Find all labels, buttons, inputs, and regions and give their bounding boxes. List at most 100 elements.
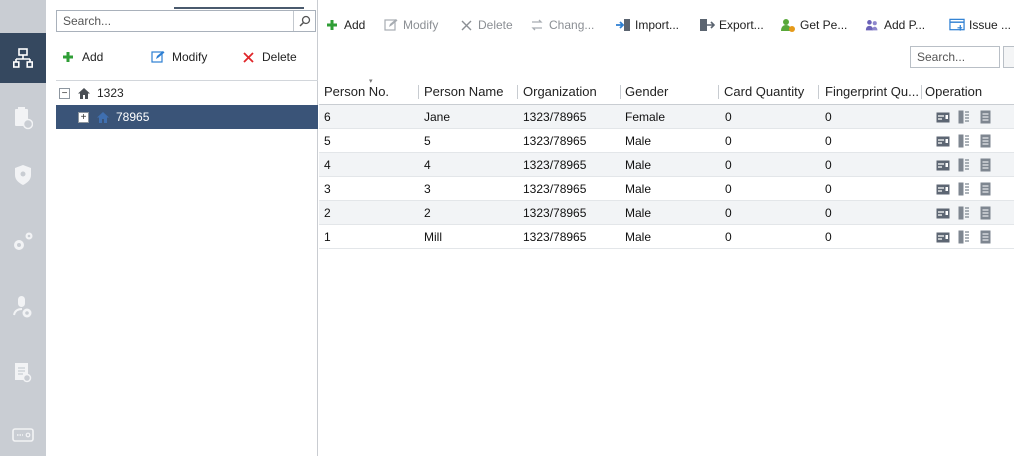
tab-indicator — [174, 7, 304, 9]
column-operation[interactable]: Operation — [925, 78, 1010, 105]
person-table: ▾ Person No. Person Name Organization Ge… — [319, 78, 1014, 249]
issue-card-button[interactable]: Issue ... — [949, 17, 1011, 33]
device-user-icon[interactable] — [0, 282, 46, 332]
column-divider[interactable] — [718, 85, 719, 99]
collapse-toggle[interactable]: − — [59, 87, 70, 99]
modify-organization-button[interactable]: Modify — [150, 49, 207, 65]
add-person-to-device-label: Add P... — [884, 18, 926, 32]
export-button[interactable]: Export... — [699, 17, 764, 33]
details-icon[interactable] — [978, 182, 992, 196]
column-person-name[interactable]: Person Name — [424, 78, 514, 105]
import-icon — [615, 17, 631, 33]
delete-person-label: Delete — [478, 18, 513, 32]
add-person-to-device-button[interactable]: Add P... — [865, 17, 925, 33]
add-person-label: Add — [344, 18, 366, 32]
modify-organization-label: Modify — [172, 50, 208, 64]
person-organization-icon[interactable] — [0, 33, 46, 83]
cell-card-quantity: 0 — [725, 230, 732, 244]
cell-fingerprint-quantity: 0 — [825, 158, 832, 172]
details-icon[interactable] — [978, 134, 992, 148]
cell-person-name: 2 — [424, 206, 431, 220]
cell-person-no: 2 — [324, 206, 331, 220]
cell-gender: Male — [625, 206, 652, 220]
column-divider[interactable] — [921, 85, 922, 99]
cell-organization: 1323/78965 — [523, 158, 587, 172]
cell-card-quantity: 0 — [725, 206, 732, 220]
person-search-input[interactable] — [911, 47, 999, 67]
tree-node-root[interactable]: − 1323 — [56, 81, 318, 105]
table-row[interactable]: 4 4 1323/78965 Male 0 0 — [319, 153, 1014, 177]
modify-person-button[interactable]: Modify — [383, 17, 438, 33]
card-icon[interactable] — [936, 134, 950, 148]
import-label: Import... — [635, 18, 680, 32]
get-person-button[interactable]: Get Pe... — [780, 17, 847, 33]
issue-card-label: Issue ... — [969, 18, 1012, 32]
delete-organization-button[interactable]: Delete — [240, 49, 297, 65]
column-gender[interactable]: Gender — [625, 78, 715, 105]
details-icon[interactable] — [978, 206, 992, 220]
table-row[interactable]: 6 Jane 1323/78965 Female 0 0 — [319, 105, 1014, 129]
cell-person-name: 4 — [424, 158, 431, 172]
column-divider[interactable] — [418, 85, 419, 99]
add-person-button[interactable]: Add — [324, 17, 365, 33]
fingerprint-icon[interactable] — [957, 206, 971, 220]
fingerprint-icon[interactable] — [957, 134, 971, 148]
cell-fingerprint-quantity: 0 — [825, 110, 832, 124]
change-organization-label: Chang... — [549, 18, 595, 32]
details-icon[interactable] — [978, 110, 992, 124]
fingerprint-icon[interactable] — [957, 230, 971, 244]
column-divider[interactable] — [620, 85, 621, 99]
advanced-settings-gears-icon[interactable] — [0, 216, 46, 266]
get-person-label: Get Pe... — [800, 18, 848, 32]
cell-fingerprint-quantity: 0 — [825, 182, 832, 196]
tree-node-child[interactable]: + 78965 — [56, 105, 318, 129]
cell-organization: 1323/78965 — [523, 230, 587, 244]
table-row[interactable]: 5 5 1323/78965 Male 0 0 — [319, 129, 1014, 153]
person-search-button[interactable] — [1003, 46, 1014, 68]
edit-icon — [383, 17, 399, 33]
delete-x-icon — [240, 49, 256, 65]
search-icon[interactable] — [293, 11, 315, 31]
card-icon[interactable] — [936, 230, 950, 244]
shield-permission-icon[interactable] — [0, 150, 46, 200]
fingerprint-icon[interactable] — [957, 110, 971, 124]
details-icon[interactable] — [978, 230, 992, 244]
column-card-quantity[interactable]: Card Quantity — [724, 78, 814, 105]
column-person-no[interactable]: Person No. — [324, 78, 414, 105]
device-status-icon[interactable] — [0, 410, 46, 456]
tree-node-label: 1323 — [97, 86, 124, 100]
details-icon[interactable] — [978, 158, 992, 172]
delete-person-button[interactable]: Delete — [458, 17, 513, 33]
edit-icon — [150, 49, 166, 65]
plus-icon — [324, 17, 340, 33]
cell-organization: 1323/78965 — [523, 206, 587, 220]
column-divider[interactable] — [818, 85, 819, 99]
card-icon[interactable] — [936, 110, 950, 124]
organization-panel: Add Modify Delete − 1323 + 78965 — [46, 0, 318, 456]
column-divider[interactable] — [517, 85, 518, 99]
add-organization-button[interactable]: Add — [60, 49, 103, 65]
column-fingerprint-quantity[interactable]: Fingerprint Qu... — [825, 78, 921, 105]
search-report-icon[interactable] — [0, 348, 46, 398]
column-organization[interactable]: Organization — [523, 78, 618, 105]
table-header: ▾ Person No. Person Name Organization Ge… — [319, 78, 1014, 105]
table-row[interactable]: 2 2 1323/78965 Male 0 0 — [319, 201, 1014, 225]
cell-fingerprint-quantity: 0 — [825, 134, 832, 148]
fingerprint-icon[interactable] — [957, 158, 971, 172]
card-icon[interactable] — [936, 158, 950, 172]
issue-card-icon — [949, 17, 965, 33]
fingerprint-icon[interactable] — [957, 182, 971, 196]
expand-toggle[interactable]: + — [78, 111, 89, 123]
change-organization-button[interactable]: Chang... — [529, 17, 594, 33]
cell-person-name: Mill — [424, 230, 442, 244]
organization-toolbar: Add Modify Delete — [46, 40, 318, 74]
table-row[interactable]: 3 3 1323/78965 Male 0 0 — [319, 177, 1014, 201]
table-row[interactable]: 1 Mill 1323/78965 Male 0 0 — [319, 225, 1014, 249]
schedule-clipboard-icon[interactable] — [0, 93, 46, 143]
import-button[interactable]: Import... — [615, 17, 679, 33]
card-icon[interactable] — [936, 206, 950, 220]
card-icon[interactable] — [936, 182, 950, 196]
cell-person-no: 3 — [324, 182, 331, 196]
cell-card-quantity: 0 — [725, 158, 732, 172]
organization-search-input[interactable] — [57, 11, 293, 31]
